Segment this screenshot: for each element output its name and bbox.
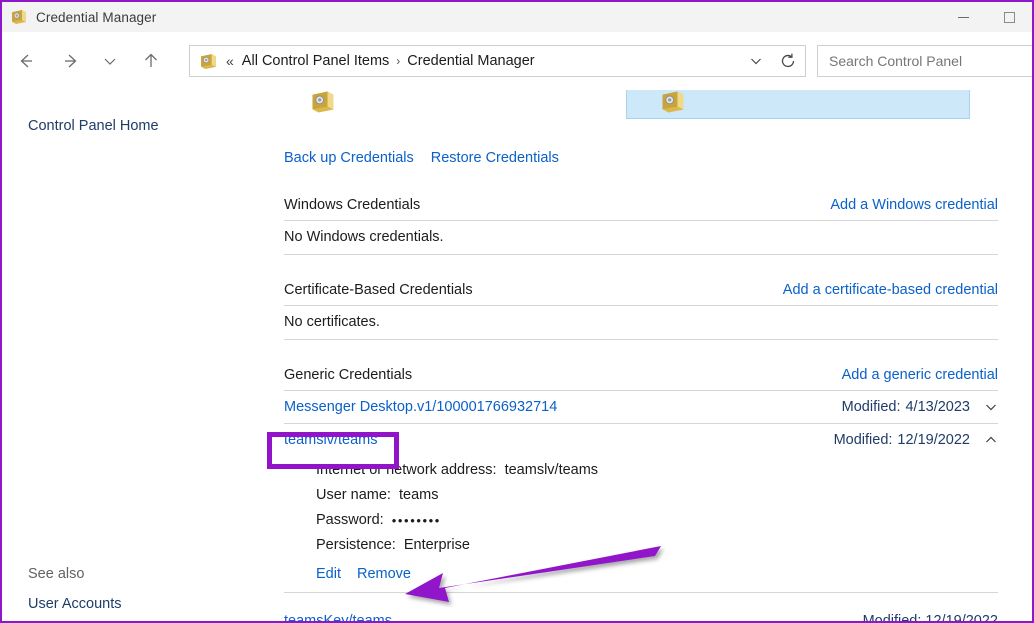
detail-address-label: Internet or network address: [316, 462, 497, 478]
credential-name[interactable]: teamsKey/teams [284, 613, 392, 621]
section-title: Generic Credentials [284, 367, 413, 383]
detail-action-links: Edit Remove [316, 566, 998, 582]
detail-password-line: Password: •••••••• [316, 512, 998, 528]
chevron-down-icon [751, 58, 761, 65]
title-bar: Credential Manager [2, 2, 1032, 32]
credential-vault-icon[interactable] [310, 90, 336, 114]
detail-password-label: Password: [316, 512, 384, 528]
credential-vault-icon [201, 53, 216, 69]
vault-tiles-row [276, 90, 1032, 122]
search-box[interactable] [817, 45, 1032, 77]
back-button[interactable] [6, 41, 46, 81]
section-title: Windows Credentials [284, 197, 421, 213]
sidebar-see-also-label: See also [28, 566, 85, 582]
breadcrumb-separator-icon: › [396, 54, 401, 68]
section-empty-message: No Windows credentials. [284, 221, 998, 255]
sidebar: Control Panel Home See also User Account… [2, 90, 276, 621]
section-header: Certificate-Based Credentials Add a cert… [284, 282, 998, 306]
add-generic-credential-link[interactable]: Add a generic credential [842, 367, 998, 383]
credential-modified: Modified: 12/19/2022 [862, 613, 998, 621]
credential-vault-icon[interactable] [660, 90, 686, 114]
detail-password-value: •••••••• [391, 513, 441, 528]
sidebar-item-user-accounts[interactable]: User Accounts [28, 596, 122, 612]
credential-modified-label: Modified: [833, 432, 893, 448]
credential-manager-window: Credential Manager « All Control Panel I… [0, 0, 1034, 623]
detail-address-value: teamslv/teams [504, 462, 599, 478]
address-bar[interactable]: « All Control Panel Items › Credential M… [189, 45, 806, 77]
breadcrumb-item-all-control-panel-items[interactable]: All Control Panel Items [242, 53, 389, 69]
sidebar-item-control-panel-home[interactable]: Control Panel Home [28, 118, 159, 134]
navigation-bar: « All Control Panel Items › Credential M… [2, 32, 1032, 90]
recent-locations-button[interactable] [94, 41, 126, 81]
detail-persistence-label: Persistence: [316, 537, 396, 553]
chevron-down-icon [104, 58, 116, 65]
section-certificate-based-credentials: Certificate-Based Credentials Add a cert… [284, 282, 998, 340]
back-up-credentials-link[interactable]: Back up Credentials [284, 150, 414, 166]
minimize-button[interactable] [940, 2, 986, 32]
detail-username-label: User name: [316, 487, 391, 503]
credential-meta: Modified: 12/19/2022 [834, 432, 998, 448]
arrow-right-icon [65, 54, 77, 68]
add-certificate-based-credential-link[interactable]: Add a certificate-based credential [783, 282, 998, 298]
refresh-icon [781, 53, 795, 68]
detail-username-value: teams [398, 487, 439, 503]
credential-row-clipped[interactable]: teamsKey/teams Modified: 12/19/2022 [284, 613, 998, 621]
minimize-icon [957, 16, 969, 18]
section-empty-message: No certificates. [284, 306, 998, 340]
detail-persistence-line: Persistence: Enterprise [316, 537, 998, 553]
detail-persistence-value: Enterprise [403, 537, 470, 553]
section-header: Generic Credentials Add a generic creden… [284, 367, 998, 391]
chevron-up-icon[interactable] [984, 433, 998, 447]
add-windows-credential-link[interactable]: Add a Windows credential [830, 197, 998, 213]
restore-credentials-link[interactable]: Restore Credentials [431, 150, 559, 166]
credential-meta: Modified: 4/13/2023 [842, 399, 998, 415]
credential-row-teamslv[interactable]: teamslv/teams Modified: 12/19/2022 [284, 424, 998, 456]
search-input[interactable] [829, 53, 1032, 69]
credential-modified-date: 4/13/2023 [905, 399, 970, 415]
address-dropdown-button[interactable] [741, 46, 771, 76]
up-button[interactable] [131, 41, 171, 81]
window-title: Credential Manager [36, 9, 157, 25]
section-generic-credentials: Generic Credentials Add a generic creden… [284, 367, 998, 593]
credential-name[interactable]: teamslv/teams [284, 432, 377, 448]
main-panel: Back up Credentials Restore Credentials … [276, 90, 1032, 621]
maximize-button[interactable] [986, 2, 1032, 32]
content-area: Control Panel Home See also User Account… [2, 90, 1032, 621]
section-windows-credentials: Windows Credentials Add a Windows creden… [284, 197, 998, 255]
remove-link[interactable]: Remove [357, 566, 411, 582]
forward-button[interactable] [51, 41, 91, 81]
section-title: Certificate-Based Credentials [284, 282, 473, 298]
refresh-button[interactable] [771, 46, 805, 76]
credential-detail-panel: Internet or network address: teamslv/tea… [284, 456, 998, 593]
maximize-icon [1003, 11, 1015, 23]
credential-vault-icon [12, 10, 26, 24]
detail-username-line: User name: teams [316, 487, 998, 503]
section-header: Windows Credentials Add a Windows creden… [284, 197, 998, 221]
breadcrumb-item-credential-manager[interactable]: Credential Manager [407, 53, 534, 69]
breadcrumb-overflow[interactable]: « [226, 53, 234, 69]
arrow-left-icon [20, 54, 32, 68]
arrow-up-icon [145, 53, 157, 67]
edit-link[interactable]: Edit [316, 566, 341, 582]
window-controls [940, 2, 1032, 32]
credential-row-messenger[interactable]: Messenger Desktop.v1/100001766932714 Mod… [284, 391, 998, 424]
credential-modified-date: 12/19/2022 [897, 432, 970, 448]
credential-modified-label: Modified: [841, 399, 901, 415]
detail-address-line: Internet or network address: teamslv/tea… [316, 462, 998, 478]
backup-restore-row: Back up Credentials Restore Credentials [284, 150, 559, 166]
credential-name[interactable]: Messenger Desktop.v1/100001766932714 [284, 399, 557, 415]
chevron-down-icon[interactable] [984, 400, 998, 414]
